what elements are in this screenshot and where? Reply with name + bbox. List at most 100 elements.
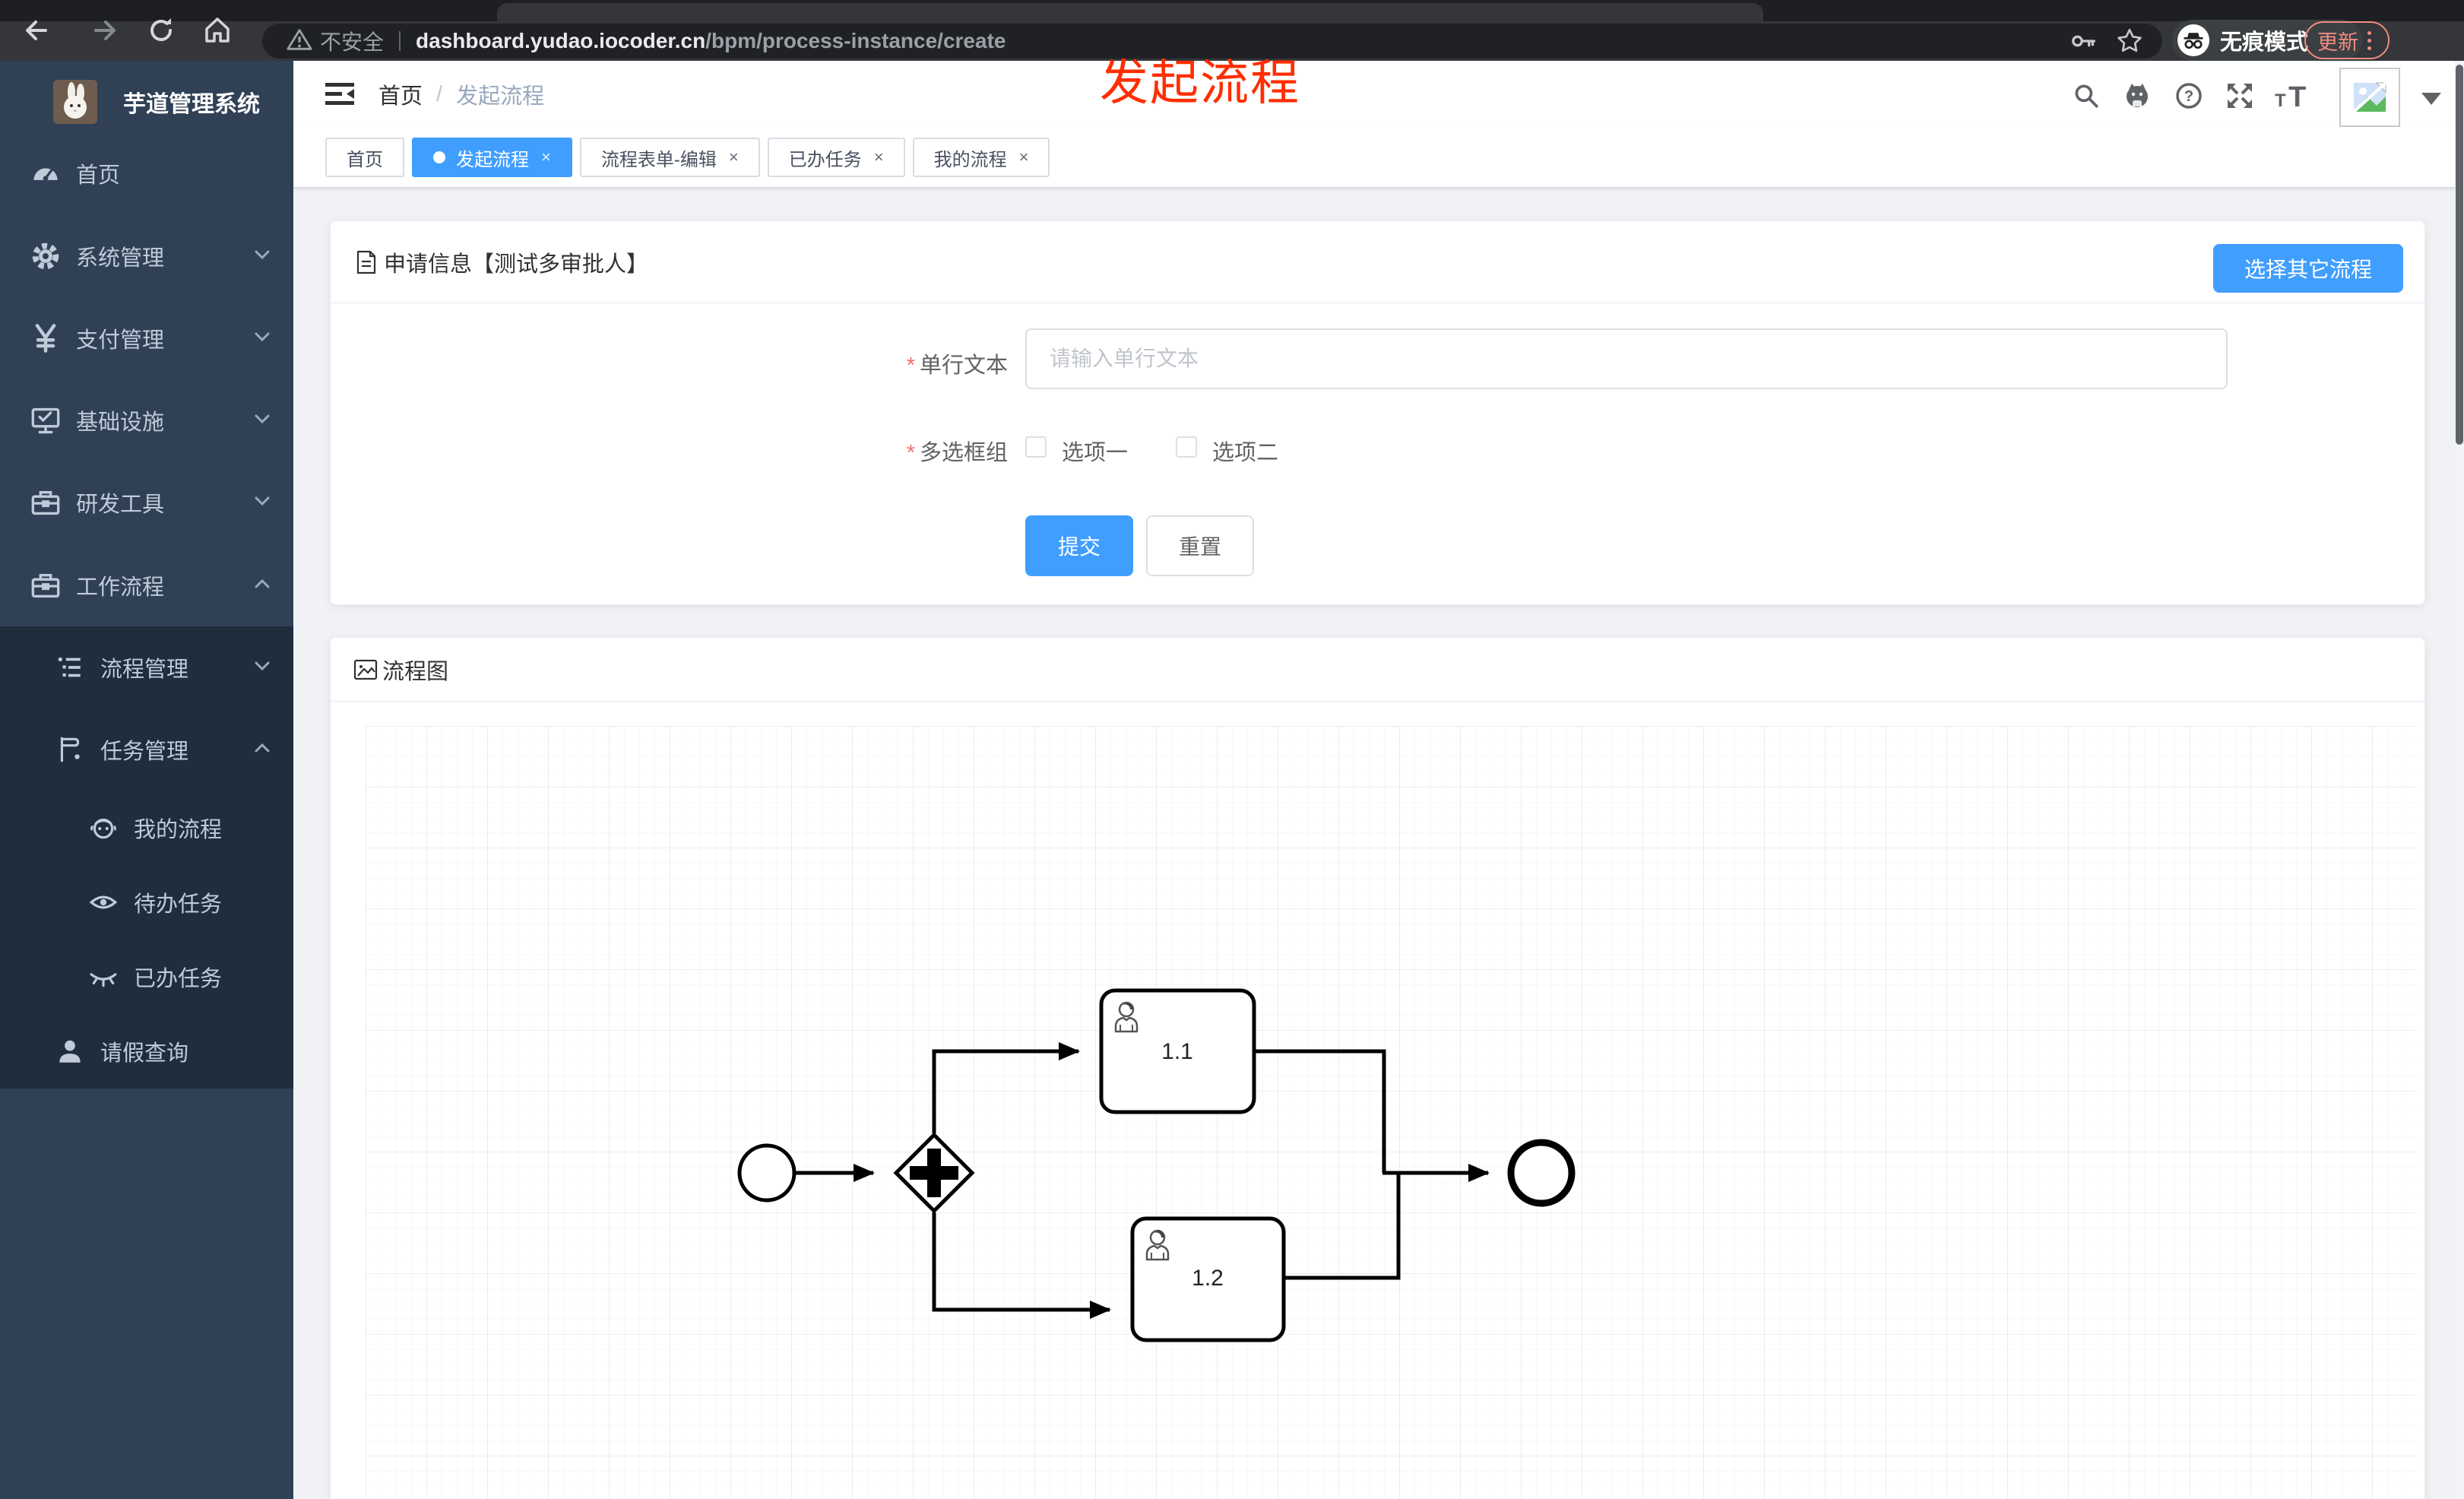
close-icon[interactable]: × bbox=[541, 149, 551, 166]
tab-label: 我的流程 bbox=[933, 149, 1007, 170]
grid-major bbox=[366, 726, 2418, 1499]
reload-icon[interactable] bbox=[144, 14, 178, 47]
svg-text:?: ? bbox=[2184, 88, 2193, 105]
search-icon[interactable] bbox=[2069, 79, 2104, 113]
fullscreen-icon[interactable] bbox=[2222, 79, 2257, 113]
scrollbar-thumb[interactable] bbox=[2456, 65, 2463, 445]
avatar[interactable] bbox=[2339, 68, 2400, 127]
start-event-node bbox=[737, 1143, 797, 1203]
bpmn-canvas: 1.1 1.2 bbox=[366, 726, 2418, 1499]
select-other-process-button[interactable]: 选择其它流程 bbox=[2213, 244, 2403, 293]
help-icon[interactable]: ? bbox=[2171, 79, 2206, 113]
document-icon bbox=[355, 250, 378, 274]
sidebar-submenu-workflow: 流程管理 任务管理 我的流程 待办任务 已办任务 请假查询 bbox=[0, 626, 293, 1089]
required-marker: * bbox=[906, 353, 915, 378]
sidebar-item-workflow[interactable]: 工作流程 bbox=[0, 547, 293, 623]
sidebar-item-my-processes[interactable]: 我的流程 bbox=[0, 791, 293, 865]
breadcrumb-home[interactable]: 首页 bbox=[378, 78, 423, 110]
sidebar-item-process-management[interactable]: 流程管理 bbox=[0, 629, 293, 705]
url-path: /bpm/process-instance/create bbox=[705, 29, 1006, 52]
sidebar-item-task-management[interactable]: 任务管理 bbox=[0, 711, 293, 788]
card-header: 申请信息【测试多审批人】 选择其它流程 bbox=[331, 221, 2424, 303]
security-warning-icon bbox=[287, 27, 312, 56]
browser-tab[interactable] bbox=[497, 3, 1763, 21]
app-logo-image bbox=[53, 80, 97, 124]
browser-update-button[interactable]: 更新 bbox=[2304, 21, 2390, 59]
close-icon[interactable]: × bbox=[874, 149, 884, 166]
tab-done-tasks[interactable]: 已办任务 × bbox=[767, 138, 905, 177]
update-label: 更新 bbox=[2317, 30, 2358, 54]
urlbar-divider bbox=[399, 31, 401, 51]
tab-my-processes[interactable]: 我的流程 × bbox=[912, 138, 1050, 177]
tab-label: 流程表单-编辑 bbox=[600, 149, 717, 170]
tab-label: 首页 bbox=[347, 149, 383, 170]
close-icon[interactable]: × bbox=[1019, 149, 1029, 166]
url-text[interactable]: dashboard.yudao.iocoder.cn/bpm/process-i… bbox=[416, 29, 1006, 53]
task-label: 1.2 bbox=[1192, 1266, 1224, 1291]
key-icon[interactable] bbox=[2067, 24, 2101, 59]
security-label: 不安全 bbox=[320, 30, 385, 54]
close-icon[interactable]: × bbox=[729, 149, 739, 166]
sidebar-item-label: 系统管理 bbox=[76, 246, 165, 271]
sidebar-item-label: 研发工具 bbox=[76, 493, 165, 517]
sidebar-item-todo-tasks[interactable]: 待办任务 bbox=[0, 865, 293, 940]
bookmark-star-icon[interactable] bbox=[2113, 24, 2146, 59]
sidebar: 芋道管理系统 首页 系统管理 支付管理 基础设施 研发工具 工作流程 流程管理 … bbox=[0, 61, 293, 1499]
field-label-checkbox-group: * 多选框组 bbox=[906, 441, 1008, 465]
app-logo-row[interactable]: 芋道管理系统 bbox=[0, 61, 293, 143]
gear-icon bbox=[29, 241, 62, 271]
chevron-up-icon bbox=[252, 738, 272, 762]
screen: 不安全 dashboard.yudao.iocoder.cn/bpm/proce… bbox=[0, 0, 2464, 1499]
task-label: 1.1 bbox=[1161, 1039, 1193, 1064]
back-icon[interactable] bbox=[20, 14, 53, 47]
home-icon[interactable] bbox=[201, 14, 234, 47]
eye-open-icon bbox=[88, 888, 119, 917]
sidebar-collapse-icon[interactable] bbox=[324, 78, 356, 110]
page-scrollbar[interactable] bbox=[2455, 61, 2464, 1499]
chevron-down-icon bbox=[252, 409, 272, 433]
sidebar-item-leave-query[interactable]: 请假查询 bbox=[0, 1014, 293, 1089]
tab-home[interactable]: 首页 bbox=[325, 138, 404, 177]
reset-button[interactable]: 重置 bbox=[1146, 515, 1254, 576]
single-line-text-input[interactable] bbox=[1025, 328, 2228, 389]
face-icon bbox=[88, 813, 119, 842]
checkbox-option-1-label[interactable]: 选项一 bbox=[1062, 435, 1128, 467]
kebab-menu-icon[interactable] bbox=[2367, 30, 2371, 50]
sidebar-item-home[interactable]: 首页 bbox=[0, 135, 293, 211]
checkbox-option-2[interactable] bbox=[1176, 436, 1197, 458]
top-navbar: 首页 / 发起流程 ? TT bbox=[293, 61, 2464, 128]
sidebar-item-infrastructure[interactable]: 基础设施 bbox=[0, 382, 293, 458]
tab-label: 发起流程 bbox=[456, 149, 529, 170]
gateway-plus-icon bbox=[927, 1149, 941, 1197]
sidebar-item-dev-tools[interactable]: 研发工具 bbox=[0, 464, 293, 540]
sidebar-item-label: 工作流程 bbox=[76, 575, 165, 600]
url-domain: dashboard.yudao.iocoder.cn bbox=[416, 29, 706, 52]
app-title: 芋道管理系统 bbox=[123, 92, 260, 117]
svg-text:T: T bbox=[2275, 90, 2286, 111]
sidebar-item-label: 已办任务 bbox=[134, 967, 223, 991]
caret-down-icon[interactable] bbox=[2421, 93, 2441, 105]
tab-start-process[interactable]: 发起流程 × bbox=[412, 138, 572, 177]
card-title: 申请信息【测试多审批人】 bbox=[384, 252, 649, 277]
checkbox-option-2-label[interactable]: 选项二 bbox=[1212, 435, 1278, 467]
bpmn-diagram: 1.1 1.2 bbox=[366, 726, 2418, 1499]
incognito-icon bbox=[2177, 24, 2209, 56]
active-dot-icon bbox=[433, 151, 445, 163]
tab-process-form-edit[interactable]: 流程表单-编辑 × bbox=[579, 138, 760, 177]
checkbox-option-1[interactable] bbox=[1025, 436, 1047, 458]
sidebar-item-label: 待办任务 bbox=[134, 892, 223, 917]
forward-icon[interactable] bbox=[88, 14, 122, 47]
sidebar-item-done-tasks[interactable]: 已办任务 bbox=[0, 940, 293, 1014]
submit-button[interactable]: 提交 bbox=[1025, 515, 1133, 576]
briefcase-icon bbox=[29, 570, 62, 601]
svg-text:T: T bbox=[2288, 81, 2306, 111]
sidebar-item-label: 流程管理 bbox=[100, 658, 189, 682]
sidebar-item-system[interactable]: 系统管理 bbox=[0, 218, 293, 294]
github-icon[interactable] bbox=[2120, 79, 2155, 113]
apply-info-card: 申请信息【测试多审批人】 选择其它流程 *单行文本 *多选框组 选项一 选项二 … bbox=[330, 220, 2425, 605]
chevron-up-icon bbox=[252, 574, 272, 597]
sidebar-item-payment[interactable]: 支付管理 bbox=[0, 300, 293, 376]
dashboard-icon bbox=[29, 158, 62, 189]
font-size-icon[interactable]: TT bbox=[2272, 79, 2307, 113]
chevron-down-icon bbox=[252, 245, 272, 268]
